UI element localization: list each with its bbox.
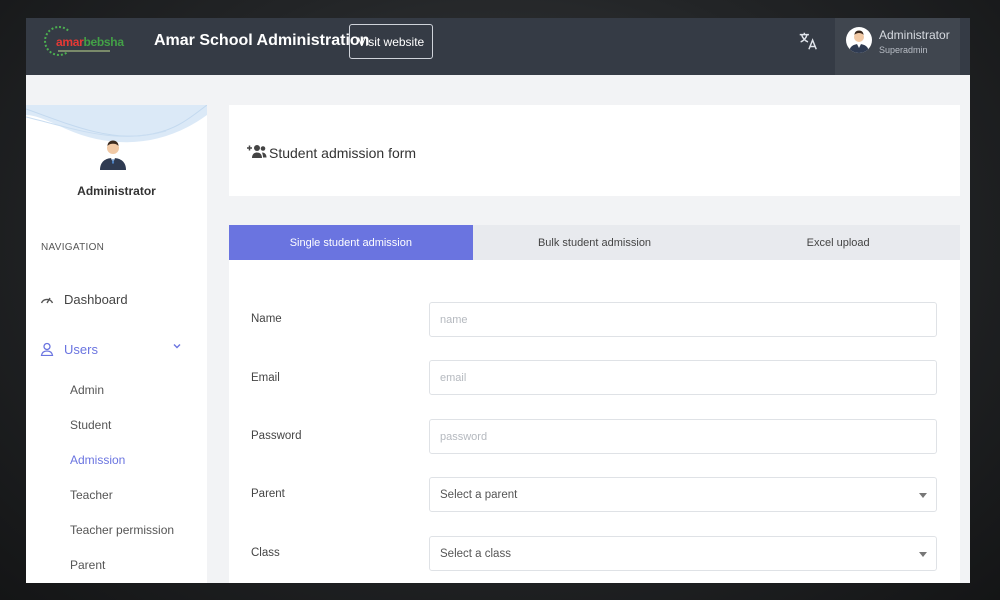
- sidebar-subitem-admission[interactable]: Admission: [70, 453, 125, 467]
- parent-label: Parent: [251, 488, 285, 500]
- visit-website-button[interactable]: Visit website: [349, 24, 433, 59]
- class-select[interactable]: Select a class: [429, 536, 937, 571]
- app-window: amarbebsha Amar School Administration Vi…: [26, 18, 970, 583]
- admission-tabs: Single student admission Bulk student ad…: [229, 225, 960, 260]
- name-label: Name: [251, 313, 282, 325]
- logo-tagline: [58, 50, 110, 52]
- sidebar-item-label: Users: [64, 341, 98, 357]
- password-field[interactable]: [429, 419, 937, 454]
- tab-bulk-student-admission[interactable]: Bulk student admission: [473, 225, 717, 260]
- avatar-person-icon: [849, 30, 869, 53]
- class-select-value: Select a class: [440, 547, 511, 560]
- tab-single-student-admission[interactable]: Single student admission: [229, 225, 473, 260]
- user-menu[interactable]: Administrator Superadmin: [835, 18, 960, 75]
- sidebar-item-dashboard[interactable]: Dashboard: [40, 289, 128, 309]
- logo-text-part-b: bebsha: [83, 35, 125, 49]
- class-label: Class: [251, 547, 280, 559]
- email-field[interactable]: [429, 360, 937, 395]
- app-title: Amar School Administration: [154, 32, 370, 49]
- user-icon: [40, 342, 54, 356]
- sidebar-subitem-teacher-permission[interactable]: Teacher permission: [70, 523, 174, 537]
- password-label: Password: [251, 430, 302, 442]
- user-role: Superadmin: [879, 45, 928, 55]
- nav-heading: NAVIGATION: [41, 242, 105, 253]
- profile-avatar-icon: [100, 140, 126, 170]
- avatar: [846, 27, 872, 53]
- translate-icon[interactable]: [797, 30, 819, 52]
- parent-select-value: Select a parent: [440, 488, 518, 501]
- sidebar-item-users[interactable]: Users: [40, 339, 98, 359]
- caret-down-icon: [919, 493, 927, 498]
- tab-excel-upload[interactable]: Excel upload: [716, 225, 960, 260]
- logo-text-part-a: amar: [56, 35, 84, 49]
- sidebar-subitem-teacher[interactable]: Teacher: [70, 488, 113, 502]
- gauge-icon: [40, 292, 54, 306]
- sidebar: Administrator NAVIGATION Dashboard Users: [26, 105, 207, 583]
- caret-down-icon: [919, 552, 927, 557]
- chevron-down-icon[interactable]: [172, 341, 182, 351]
- email-label: Email: [251, 372, 280, 384]
- parent-select[interactable]: Select a parent: [429, 477, 937, 512]
- sidebar-subitem-admin[interactable]: Admin: [70, 383, 104, 397]
- top-bar: amarbebsha Amar School Administration Vi…: [26, 18, 970, 75]
- sidebar-subitem-student[interactable]: Student: [70, 418, 111, 432]
- logo-text: amarbebsha: [56, 35, 124, 49]
- name-field[interactable]: [429, 302, 937, 337]
- user-name: Administrator: [879, 28, 950, 42]
- sidebar-subitem-parent[interactable]: Parent: [70, 558, 105, 572]
- sidebar-item-label: Dashboard: [64, 291, 128, 307]
- logo[interactable]: amarbebsha: [44, 26, 124, 62]
- user-add-icon: [247, 145, 267, 158]
- admission-form: Name Email Password Parent Select a pare…: [229, 260, 960, 583]
- page-header-card: Student admission form: [229, 105, 960, 196]
- page-title: Student admission form: [269, 145, 417, 161]
- profile-name: Administrator: [77, 184, 156, 198]
